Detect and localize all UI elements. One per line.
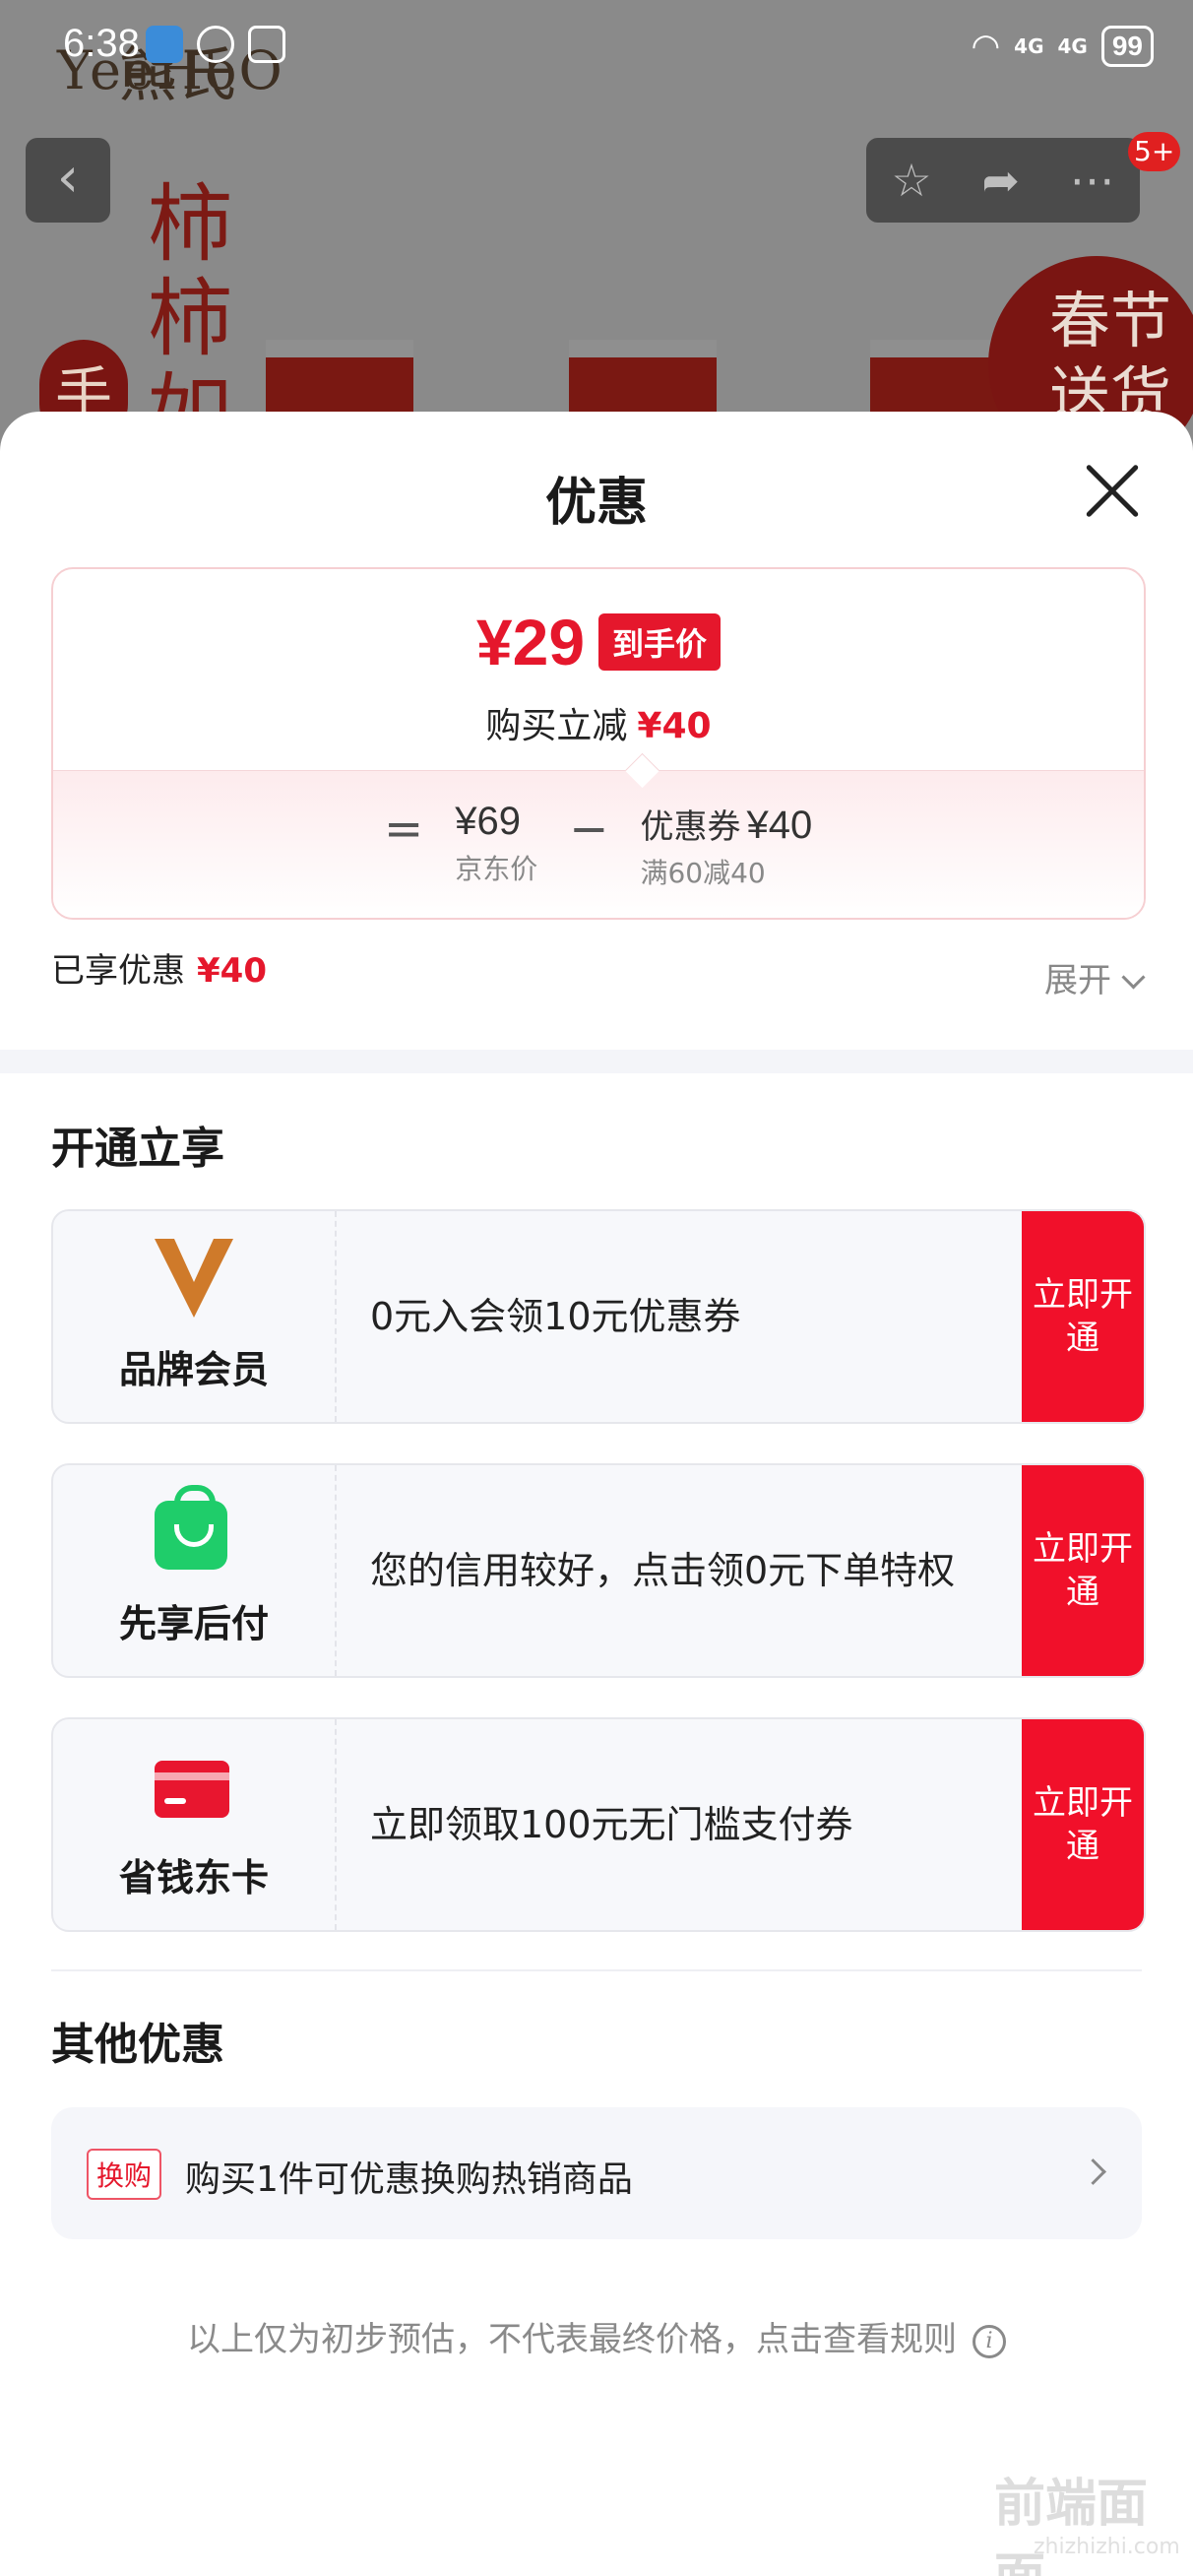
discount-label: 购买立减	[485, 706, 628, 746]
speed-icon	[197, 26, 234, 63]
jd-price: ¥69	[455, 800, 521, 843]
promo-card-savings-card[interactable]: 省钱东卡 立即领取100元无门槛支付券 立即开通	[51, 1717, 1146, 1932]
card-icon	[155, 1747, 233, 1826]
battery-icon: 99	[1100, 26, 1154, 67]
more-icon[interactable]: ⋯	[1070, 154, 1115, 207]
star-icon[interactable]: ☆	[891, 154, 931, 207]
status-right: ◠ 4G 4G 99	[971, 26, 1154, 67]
other-offer-text: 购买1件可优惠换购热销商品	[185, 2159, 633, 2200]
enjoyed-amount: ¥40	[197, 951, 267, 991]
brand-member-v-icon	[155, 1239, 233, 1318]
promo-description: 立即领取100元无门槛支付券	[370, 1803, 853, 1846]
expand-button[interactable]: 展开	[1044, 953, 1146, 1001]
promo-name: 品牌会员	[118, 1348, 269, 1391]
coupon-amount: ¥40	[746, 804, 813, 847]
signal-icon: 4G	[1014, 34, 1044, 58]
info-icon[interactable]: i	[973, 2324, 1006, 2358]
message-count-badge: 5+	[1128, 132, 1181, 171]
promo-left: 品牌会员	[53, 1211, 337, 1422]
cloud-icon	[146, 26, 183, 63]
divider	[51, 1969, 1142, 1971]
promo-card-brand-member[interactable]: 品牌会员 0元入会领10元优惠券 立即开通	[51, 1209, 1146, 1424]
chevron-right-icon	[1080, 2158, 1106, 2185]
price-formula: = ¥69 京东价 − 优惠券 ¥40 满60减40	[384, 800, 812, 891]
watermark-url: zhizhizhi.com	[1034, 2535, 1180, 2559]
status-bar: 6:38 ◠ 4G 4G 99	[0, 0, 1193, 98]
enjoyed-label: 已享优惠	[51, 951, 185, 991]
promo-name: 省钱东卡	[118, 1856, 269, 1900]
final-price: ¥29	[475, 606, 586, 678]
wifi-icon: ◠	[971, 27, 1001, 66]
final-price-row: ¥29 到手价	[53, 605, 1144, 679]
chevron-down-icon	[1121, 965, 1146, 990]
discount-sheet: 优惠 ¥29 到手价 购买立减 ¥40 = ¥69 京东价 − 优惠券 ¥40 满6…	[0, 412, 1193, 2576]
price-breakdown-card: ¥29 到手价 购买立减 ¥40 = ¥69 京东价 − 优惠券 ¥40 满60减4…	[51, 567, 1146, 920]
coupon-block: 优惠券 ¥40 满60减40	[640, 800, 812, 891]
status-notification-icons	[146, 26, 285, 63]
minus-sign: −	[569, 802, 609, 857]
exchange-tag: 换购	[87, 2149, 162, 2200]
promo-description: 您的信用较好，点击领0元下单特权	[370, 1549, 956, 1592]
equals-sign: =	[384, 802, 424, 857]
nfc-icon	[248, 26, 285, 63]
promo-left: 省钱东卡	[53, 1719, 337, 1930]
promo-name: 先享后付	[118, 1602, 269, 1645]
open-now-button[interactable]: 立即开通	[1022, 1211, 1144, 1422]
promo-left: 先享后付	[53, 1465, 337, 1676]
other-section-title: 其他优惠	[51, 2020, 224, 2070]
open-now-button[interactable]: 立即开通	[1022, 1465, 1144, 1676]
footer-note-text: 以上仅为初步预估，不代表最终价格，点击查看规则	[187, 2320, 957, 2359]
open-now-button[interactable]: 立即开通	[1022, 1719, 1144, 1930]
nav-actions: ☆ ➦ ⋯	[866, 138, 1140, 223]
discount-summary: 购买立减 ¥40	[53, 697, 1144, 748]
promo-card-pay-later[interactable]: 先享后付 您的信用较好，点击领0元下单特权 立即开通	[51, 1463, 1146, 1678]
coupon-amount-row: 优惠券 ¥40	[640, 800, 812, 848]
close-icon[interactable]	[1083, 461, 1142, 520]
coupon-label: 优惠券	[640, 807, 741, 847]
shopping-bag-icon	[155, 1485, 233, 1572]
jd-price-label: 京东价	[455, 853, 538, 885]
jd-price-block: ¥69 京东价	[455, 800, 537, 887]
signal-icon: 4G	[1057, 34, 1088, 58]
enjoyed-discount: 已享优惠 ¥40	[51, 943, 267, 992]
back-button[interactable]: ‹	[26, 138, 110, 223]
discount-amount: ¥40	[637, 706, 712, 746]
share-icon[interactable]: ➦	[981, 154, 1020, 207]
section-divider	[0, 1050, 1193, 1073]
open-section-title: 开通立享	[51, 1124, 224, 1174]
other-offer-row[interactable]: 换购 购买1件可优惠换购热销商品	[51, 2107, 1142, 2239]
coupon-condition: 满60减40	[640, 857, 766, 889]
promo-description: 0元入会领10元优惠券	[370, 1295, 741, 1338]
final-price-tag: 到手价	[598, 613, 722, 671]
expand-label: 展开	[1044, 961, 1111, 1000]
sheet-title: 优惠	[544, 474, 648, 533]
footer-note[interactable]: 以上仅为初步预估，不代表最终价格，点击查看规则 i	[0, 2312, 1193, 2360]
chevron-left-icon: ‹	[56, 146, 80, 210]
status-time: 6:38	[63, 22, 140, 65]
